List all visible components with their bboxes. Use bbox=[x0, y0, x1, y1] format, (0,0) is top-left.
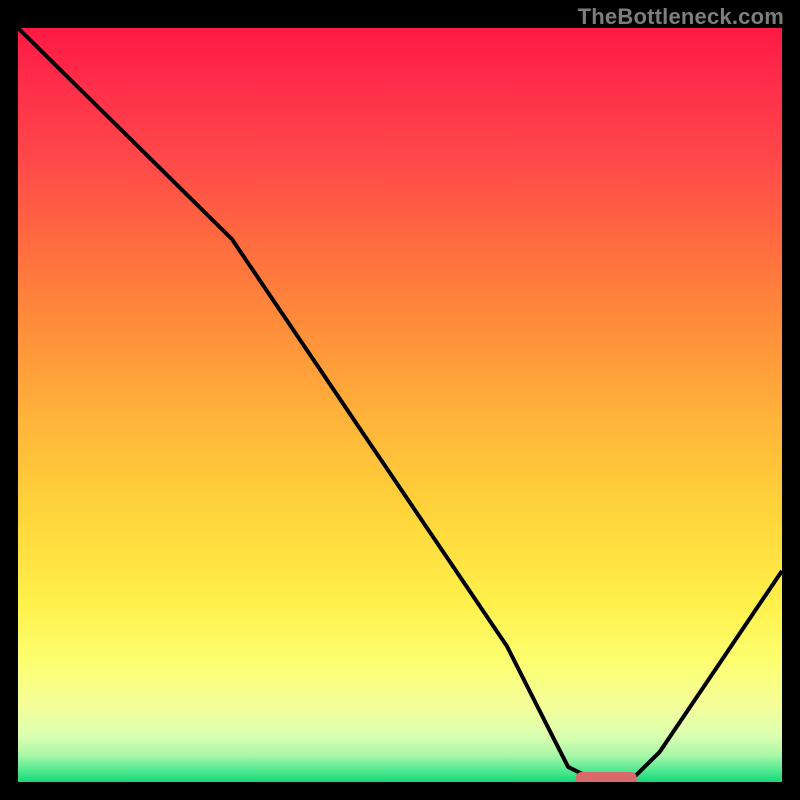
optimal-marker bbox=[576, 772, 637, 782]
chart-stage: TheBottleneck.com bbox=[0, 0, 800, 800]
bottleneck-chart bbox=[18, 28, 782, 782]
plot-area bbox=[18, 28, 782, 782]
watermark-text: TheBottleneck.com bbox=[578, 4, 784, 30]
